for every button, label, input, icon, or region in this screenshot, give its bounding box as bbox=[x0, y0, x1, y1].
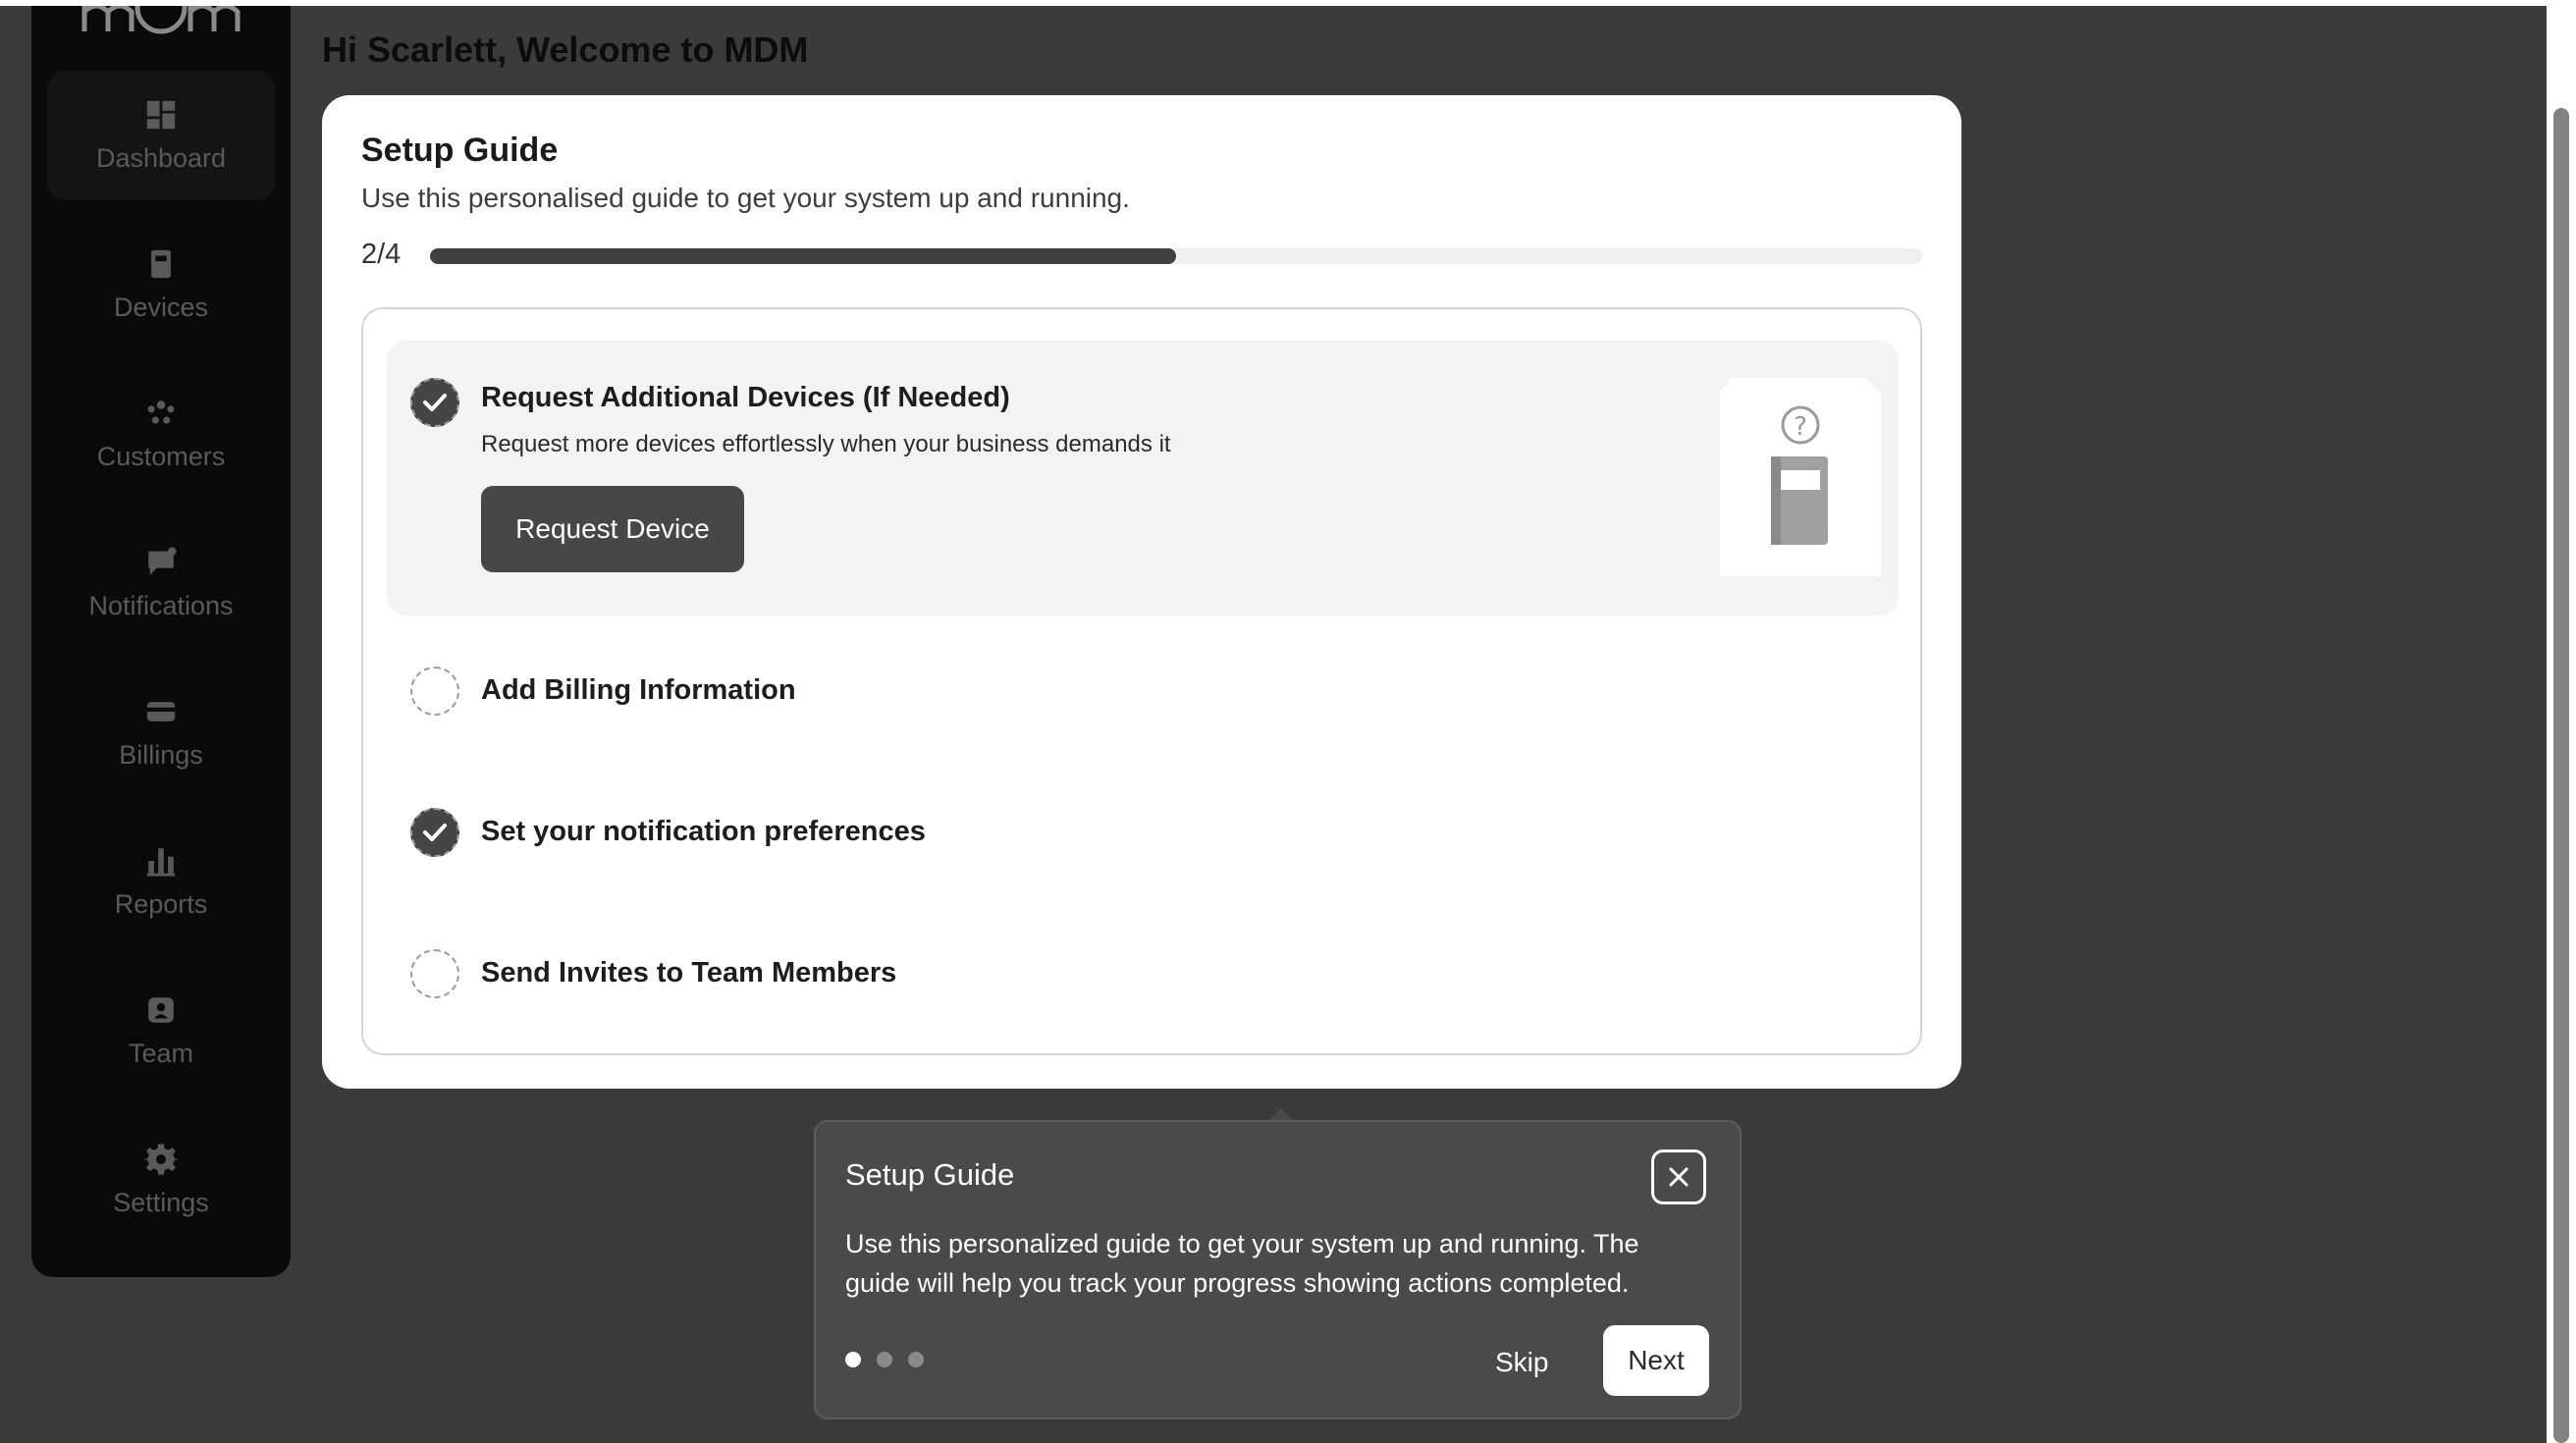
sidebar-item-team[interactable]: Team bbox=[47, 966, 275, 1096]
device-illustration-icon: ? bbox=[1720, 378, 1881, 576]
step-completed-check-icon bbox=[410, 378, 459, 427]
progress-label: 2/4 bbox=[361, 239, 402, 270]
gear-icon bbox=[144, 1143, 178, 1175]
pagination-dot[interactable] bbox=[845, 1352, 861, 1367]
pagination-dots bbox=[845, 1352, 924, 1367]
sidebar: Dashboard Devices Customers Notification… bbox=[31, 6, 291, 1277]
sidebar-item-label: Customers bbox=[96, 441, 226, 471]
setup-guide-tooltip: Setup Guide Use this personalized guide … bbox=[814, 1120, 1742, 1419]
step-description: Request more devices effortlessly when y… bbox=[481, 431, 1171, 457]
sidebar-item-settings[interactable]: Settings bbox=[47, 1115, 275, 1245]
customers-icon bbox=[147, 400, 175, 424]
sidebar-item-billings[interactable]: Billings bbox=[47, 668, 275, 797]
close-button[interactable] bbox=[1651, 1149, 1706, 1204]
sidebar-item-dashboard[interactable]: Dashboard bbox=[47, 71, 275, 200]
dashboard-icon bbox=[146, 100, 176, 129]
step-title: Set your notification preferences bbox=[481, 816, 926, 847]
sidebar-item-label: Devices bbox=[113, 292, 209, 322]
billing-card-icon bbox=[146, 701, 176, 722]
sidebar-item-customers[interactable]: Customers bbox=[47, 369, 275, 499]
step-title: Send Invites to Team Members bbox=[481, 957, 897, 989]
svg-text:?: ? bbox=[1794, 412, 1807, 442]
step-pending-circle-icon bbox=[410, 949, 459, 998]
step-invite-team[interactable]: Send Invites to Team Members bbox=[363, 916, 1924, 1034]
step-request-devices[interactable]: Request Additional Devices (If Needed) R… bbox=[387, 341, 1899, 615]
step-billing[interactable]: Add Billing Information bbox=[363, 633, 1924, 751]
team-badge-icon bbox=[148, 996, 174, 1023]
sidebar-item-label: Notifications bbox=[88, 590, 234, 620]
skip-button[interactable]: Skip bbox=[1483, 1328, 1560, 1397]
sidebar-item-label: Reports bbox=[114, 888, 208, 919]
sidebar-item-devices[interactable]: Devices bbox=[47, 220, 275, 349]
sidebar-item-label: Billings bbox=[119, 739, 203, 770]
top-edge bbox=[0, 0, 2547, 6]
request-device-button[interactable]: Request Device bbox=[481, 486, 744, 572]
next-button[interactable]: Next bbox=[1603, 1325, 1709, 1396]
notifications-icon bbox=[148, 546, 177, 575]
progress-bar bbox=[430, 248, 1922, 264]
tooltip-body: Use this personalized guide to get your … bbox=[845, 1229, 1639, 1298]
device-icon bbox=[151, 249, 171, 278]
step-pending-circle-icon bbox=[410, 667, 459, 716]
pagination-dot[interactable] bbox=[908, 1352, 924, 1367]
sidebar-item-label: Dashboard bbox=[95, 142, 227, 173]
pagination-dot[interactable] bbox=[877, 1352, 892, 1367]
tooltip-title: Setup Guide bbox=[845, 1157, 1015, 1192]
step-title: Request Additional Devices (If Needed) bbox=[481, 382, 1010, 413]
app-page: Dashboard Devices Customers Notification… bbox=[0, 0, 2576, 1443]
sidebar-item-notifications[interactable]: Notifications bbox=[47, 518, 275, 648]
progress-fill bbox=[430, 248, 1176, 264]
step-notification-preferences[interactable]: Set your notification preferences bbox=[363, 775, 1924, 892]
setup-guide-subtitle: Use this personalised guide to get your … bbox=[361, 183, 1130, 213]
setup-guide-card: Setup Guide Use this personalised guide … bbox=[322, 95, 1961, 1089]
step-title: Add Billing Information bbox=[481, 674, 796, 706]
page-title: Hi Scarlett, Welcome to MDM bbox=[322, 29, 809, 70]
sidebar-item-label: Team bbox=[128, 1038, 194, 1068]
setup-guide-title: Setup Guide bbox=[361, 132, 559, 169]
close-icon bbox=[1669, 1167, 1689, 1187]
step-completed-check-icon bbox=[410, 808, 459, 857]
bar-chart-icon bbox=[146, 847, 176, 877]
sidebar-item-label: Settings bbox=[113, 1187, 209, 1217]
setup-steps-list: Request Additional Devices (If Needed) R… bbox=[361, 307, 1922, 1055]
scrollbar-thumb[interactable] bbox=[2553, 108, 2569, 1443]
mdm-logo bbox=[81, 6, 241, 34]
sidebar-item-reports[interactable]: Reports bbox=[47, 817, 275, 946]
